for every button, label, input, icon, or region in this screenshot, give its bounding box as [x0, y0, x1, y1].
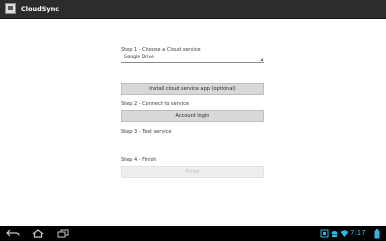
- step3-label: Step 3 - Test service: [121, 129, 172, 135]
- action-bar: CloudSync: [0, 0, 386, 19]
- dropdown-arrow-icon: [260, 58, 263, 61]
- clock: 7:17: [350, 229, 366, 237]
- account-login-button[interactable]: Account login: [121, 110, 264, 122]
- home-icon[interactable]: [31, 229, 45, 238]
- back-icon[interactable]: [6, 229, 20, 238]
- system-nav-bar: 7:17: [0, 226, 386, 241]
- recent-apps-icon[interactable]: [56, 229, 70, 238]
- android-icon: [331, 231, 338, 237]
- screenshot-icon: [320, 229, 329, 238]
- install-app-button[interactable]: Install cloud service app (optional): [121, 83, 264, 95]
- battery-icon: [374, 229, 380, 239]
- finish-button[interactable]: Finish: [121, 166, 264, 178]
- step2-label: Step 2 - Connect to service: [121, 101, 189, 107]
- wifi-icon: [340, 230, 349, 237]
- cloud-service-select[interactable]: Google Drive: [121, 54, 264, 63]
- step4-label: Step 4 - Finish: [121, 157, 157, 163]
- cloud-service-value: Google Drive: [124, 55, 154, 60]
- app-title: CloudSync: [21, 5, 60, 13]
- app-icon[interactable]: [5, 3, 16, 14]
- step1-label: Step 1 - Choose a Cloud service: [121, 47, 201, 53]
